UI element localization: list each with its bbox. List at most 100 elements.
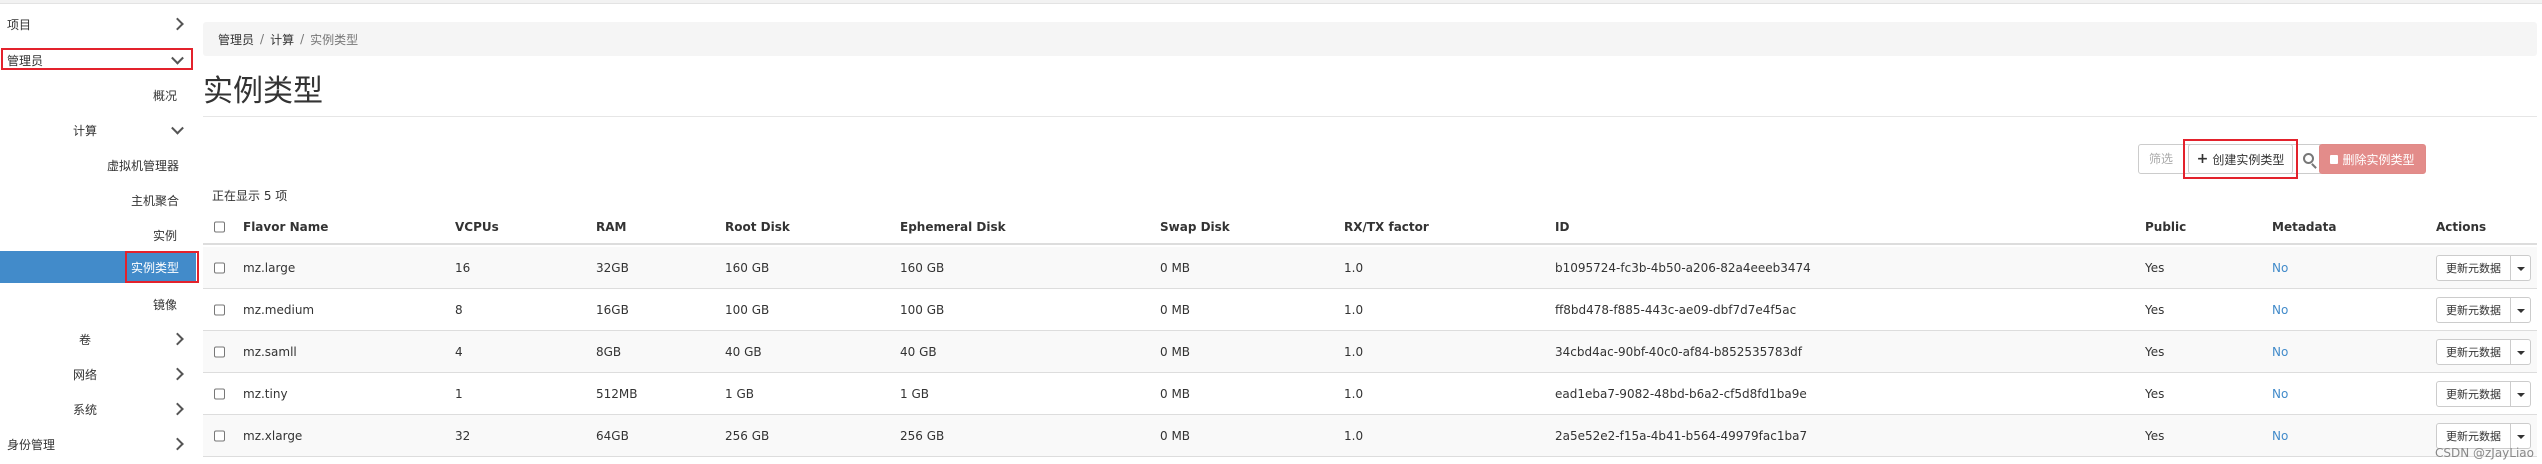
chevron-right-icon [171, 367, 184, 381]
delete-flavors-button[interactable]: 删除实例类型 [2319, 144, 2426, 174]
cell-public: Yes [2145, 386, 2165, 401]
cell-metadata[interactable]: No [2272, 387, 2288, 401]
cell-eph: 1 GB [900, 386, 929, 401]
cell-swap: 0 MB [1160, 260, 1191, 275]
cell-root: 160 GB [725, 260, 770, 275]
cell-metadata[interactable]: No [2272, 261, 2288, 275]
sidebar-item-identity[interactable]: 身份管理 [0, 429, 196, 459]
sidebar-item-images[interactable]: 镜像 [0, 289, 196, 319]
column-header[interactable]: Metadata [2272, 220, 2336, 234]
sidebar-item-project[interactable]: 项目 [0, 9, 196, 39]
sidebar-item-hypervisors[interactable]: 虚拟机管理器 [0, 150, 196, 180]
row-actions: 更新元数据 [2436, 254, 2531, 281]
sidebar-item-compute[interactable]: 计算 [0, 115, 196, 145]
cell-ram: 8GB [596, 344, 622, 359]
column-header[interactable]: RX/TX factor [1344, 220, 1429, 234]
main-content: 管理员 / 计算 / 实例类型 实例类型 + 创建实例类型 删除实例类型 正在显… [203, 4, 2542, 464]
breadcrumb: 管理员 / 计算 / 实例类型 [203, 22, 2537, 56]
caret-down-icon[interactable] [2511, 254, 2531, 281]
cell-rxtx: 1.0 [1344, 260, 1364, 275]
breadcrumb-current: 实例类型 [310, 32, 359, 47]
sidebar: 项目 管理员 概况 计算 虚拟机管理器 主机聚合 实例 实例类型 镜像 卷 网络… [0, 4, 199, 464]
table-row: mz.medium 8 16GB 100 GB 100 GB 0 MB 1.0 ff8bd47… [203, 289, 2537, 331]
watermark: CSDN @zJayLiao [2434, 446, 2534, 460]
chevron-right-icon [171, 17, 184, 31]
row-checkbox[interactable] [214, 388, 225, 399]
sidebar-item-overview[interactable]: 概况 [0, 80, 196, 110]
column-header[interactable]: RAM [596, 220, 626, 234]
column-header[interactable]: Ephemeral Disk [900, 220, 1006, 234]
update-metadata-button[interactable]: 更新元数据 [2436, 380, 2511, 407]
cell-name: mz.tiny [243, 386, 288, 401]
cell-swap: 0 MB [1160, 386, 1191, 401]
sidebar-item-label: 实例 [153, 228, 178, 243]
row-checkbox[interactable] [214, 262, 225, 273]
row-actions: 更新元数据 [2436, 380, 2531, 407]
sidebar-item-label: 概况 [153, 88, 178, 103]
item-count: 正在显示 5 项 [212, 189, 288, 203]
sidebar-item-system[interactable]: 系统 [0, 394, 196, 424]
column-header[interactable]: Flavor Name [243, 220, 328, 234]
table-row: mz.large 16 32GB 160 GB 160 GB 0 MB 1.0 b109572… [203, 247, 2537, 289]
breadcrumb-item[interactable]: 计算 [270, 31, 294, 48]
row-checkbox[interactable] [214, 346, 225, 357]
cell-id: ead1eba7-9082-48bd-b6a2-cf5d8fd1ba9e [1555, 386, 1807, 401]
cell-ram: 512MB [596, 386, 638, 401]
caret-down-icon[interactable] [2511, 380, 2531, 407]
divider [203, 116, 2537, 117]
cell-ram: 16GB [596, 302, 629, 317]
caret-down-icon[interactable] [2511, 296, 2531, 323]
cell-rxtx: 1.0 [1344, 302, 1364, 317]
cell-swap: 0 MB [1160, 428, 1191, 443]
cell-root: 256 GB [725, 428, 770, 443]
page-title: 实例类型 [203, 74, 323, 109]
table-row: mz.xlarge 32 64GB 256 GB 256 GB 0 MB 1.0 2a5e52… [203, 415, 2537, 457]
update-metadata-button[interactable]: 更新元数据 [2436, 296, 2511, 323]
sidebar-item-label: 身份管理 [7, 437, 56, 452]
cell-ram: 64GB [596, 428, 629, 443]
update-metadata-button[interactable]: 更新元数据 [2436, 254, 2511, 281]
update-metadata-button[interactable]: 更新元数据 [2436, 338, 2511, 365]
cell-name: mz.xlarge [243, 428, 303, 443]
column-header[interactable]: Root Disk [725, 220, 790, 234]
cell-vcpus: 1 [455, 386, 463, 401]
cell-metadata[interactable]: No [2272, 303, 2288, 317]
column-header[interactable]: VCPUs [455, 220, 499, 234]
cell-metadata[interactable]: No [2272, 429, 2288, 443]
search-icon[interactable] [2303, 153, 2314, 164]
sidebar-item-volumes[interactable]: 卷 [0, 324, 196, 354]
cell-id: 34cbd4ac-90bf-40c0-af84-b852535783df [1555, 344, 1802, 359]
cell-vcpus: 8 [455, 302, 463, 317]
row-checkbox[interactable] [214, 430, 225, 441]
cell-name: mz.large [243, 260, 296, 275]
cell-public: Yes [2145, 260, 2165, 275]
update-metadata-button[interactable]: 更新元数据 [2436, 422, 2511, 449]
sidebar-item-host-aggregates[interactable]: 主机聚合 [0, 185, 196, 215]
cell-eph: 100 GB [900, 302, 945, 317]
row-checkbox[interactable] [214, 304, 225, 315]
column-header[interactable]: ID [1555, 220, 1569, 234]
chevron-right-icon [171, 437, 184, 451]
cell-root: 40 GB [725, 344, 762, 359]
cell-vcpus: 32 [455, 428, 471, 443]
trash-icon [2330, 154, 2339, 164]
cell-ram: 32GB [596, 260, 629, 275]
cell-vcpus: 16 [455, 260, 471, 275]
sidebar-item-instances[interactable]: 实例 [0, 220, 196, 250]
caret-down-icon[interactable] [2511, 422, 2531, 449]
column-header: Actions [2436, 220, 2487, 234]
column-header[interactable]: Public [2145, 220, 2186, 234]
cell-public: Yes [2145, 302, 2165, 317]
select-all-checkbox[interactable] [214, 221, 225, 233]
highlight-box [125, 251, 199, 283]
cell-rxtx: 1.0 [1344, 386, 1364, 401]
cell-id: 2a5e52e2-f15a-4b41-b564-49979fac1ba7 [1555, 428, 1808, 443]
breadcrumb-separator: / [260, 32, 265, 46]
column-header[interactable]: Swap Disk [1160, 220, 1230, 234]
sidebar-item-network[interactable]: 网络 [0, 359, 196, 389]
cell-rxtx: 1.0 [1344, 428, 1364, 443]
breadcrumb-item[interactable]: 管理员 [218, 31, 254, 48]
chevron-right-icon [171, 402, 184, 416]
cell-metadata[interactable]: No [2272, 345, 2288, 359]
caret-down-icon[interactable] [2511, 338, 2531, 365]
